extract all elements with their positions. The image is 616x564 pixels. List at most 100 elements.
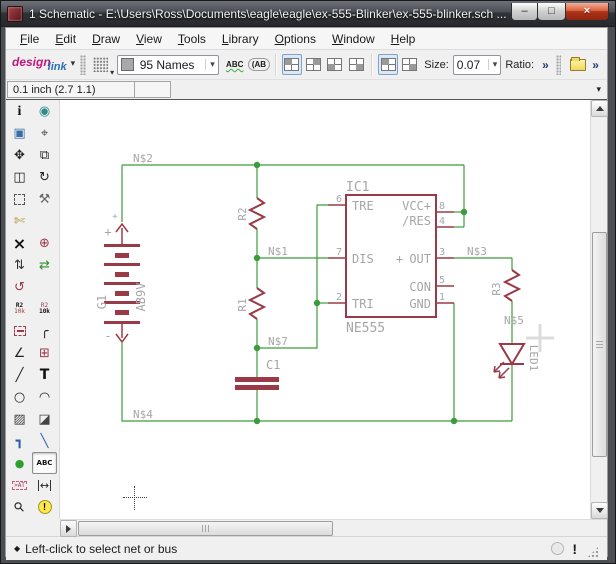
vertical-scrollbar[interactable]	[590, 100, 609, 519]
pinswap-tool-button[interactable]: ⇅	[7, 255, 32, 277]
miter-tool-button[interactable]: ╭	[32, 320, 57, 342]
group-tool-button[interactable]	[7, 189, 32, 211]
attribute-tool-button[interactable]: >AT	[7, 474, 32, 496]
rect-tool-button[interactable]: ▨	[7, 408, 32, 430]
bus-tool-button[interactable]: ┓	[7, 430, 32, 452]
delete-tool-button[interactable]: ×	[7, 233, 32, 255]
horizontal-scroll-thumb[interactable]	[78, 521, 333, 536]
status-message: Left-click to select net or bus	[25, 541, 178, 556]
smash-tool-button[interactable]	[7, 320, 32, 342]
vertical-scroll-thumb[interactable]	[592, 232, 608, 457]
logo-dropdown-icon[interactable]: ▾	[71, 59, 76, 68]
names-display-button[interactable]: ABC	[224, 54, 246, 76]
part-resistor-r1[interactable]: R1	[236, 287, 266, 320]
schematic-drawing: + + - G1 AB9V R2 R1 R3 C1 IC1 NE555 6 7 …	[95, 152, 554, 425]
menu-library[interactable]: Library	[214, 30, 267, 48]
errors-warning-icon: !	[37, 500, 52, 515]
name-tool-button[interactable]: R2 10k	[7, 299, 32, 321]
net-label-n7: N$7	[268, 335, 288, 348]
copy-tool-button[interactable]: ⧉	[32, 145, 57, 167]
info-tool-button[interactable]: i	[7, 101, 32, 123]
replace-tool-button[interactable]: ⇄	[32, 255, 57, 277]
net-tool-button[interactable]: ╲	[32, 430, 57, 452]
change-tool-button[interactable]: ⚒	[32, 189, 57, 211]
toolbar-overflow-chevron[interactable]: »	[542, 58, 549, 72]
resize-grip[interactable]	[587, 546, 599, 558]
display-mode-2-button[interactable]	[400, 54, 420, 75]
bus-icon: ┓	[15, 433, 24, 449]
pin-number: 6	[336, 194, 342, 205]
status-bar: ◆ Left-click to select net or bus !	[6, 536, 607, 560]
menu-tools[interactable]: Tools	[170, 30, 214, 48]
polygon-tool-button[interactable]: ◪	[32, 408, 57, 430]
maximize-button[interactable]: □	[538, 3, 565, 21]
label-tool-button-active[interactable]: ABC	[32, 452, 57, 475]
split-view-bottom-left-button[interactable]	[325, 54, 345, 75]
part-resistor-r2[interactable]: R2	[236, 197, 266, 230]
menu-draw[interactable]: Draw	[84, 30, 128, 48]
size-select[interactable]: 0.07 ▾	[452, 54, 502, 75]
split-view-bottom-right-button[interactable]	[347, 54, 367, 75]
show-tool-button[interactable]: ◉	[32, 101, 57, 123]
toolbar-overflow-chevron[interactable]: »	[592, 58, 599, 72]
wire-tool-button[interactable]: ╱	[7, 364, 32, 386]
errors-tool-button[interactable]: !	[32, 496, 57, 518]
net-wires[interactable]	[121, 164, 513, 422]
values-display-button[interactable]: (AB	[247, 54, 271, 76]
minimize-button[interactable]: –	[511, 3, 538, 21]
split-view-top-left-button[interactable]	[282, 54, 302, 75]
move-tool-button[interactable]: ✥	[7, 145, 32, 167]
mirror-tool-button[interactable]: ◫	[7, 167, 32, 189]
menu-help[interactable]: Help	[383, 30, 424, 48]
add-part-button[interactable]: ⊕	[32, 233, 57, 255]
open-file-button[interactable]	[565, 54, 587, 76]
grid-button[interactable]	[90, 54, 114, 77]
menu-edit[interactable]: Edit	[47, 30, 84, 48]
schematic-canvas[interactable]: + + - G1 AB9V R2 R1 R3 C1 IC1 NE555 6 7 …	[59, 100, 591, 519]
erc-tool-button[interactable]: ⚲	[7, 496, 32, 518]
menu-options[interactable]: Options	[267, 30, 324, 48]
net-labels[interactable]: N$2 N$1 N$7 N$4 N$3 N$5	[133, 152, 524, 421]
title-bar[interactable]: 1 Schematic - E:\Users\Ross\Documents\ea…	[1, 1, 615, 27]
design-link-logo[interactable]: design link ▾	[12, 56, 75, 73]
dimension-tool-button[interactable]: ↔	[32, 474, 57, 496]
scissors-icon: ✄	[14, 214, 25, 230]
close-button[interactable]: ×	[565, 3, 609, 21]
scroll-right-button[interactable]	[60, 520, 77, 537]
toolbar-extension-arrow-icon[interactable]: ▾	[596, 84, 601, 95]
cut-tool-button[interactable]: ✄	[7, 211, 32, 233]
rotate-tool-button[interactable]: ↻	[32, 167, 57, 189]
polygon-icon: ◪	[38, 411, 51, 427]
value-tool-button[interactable]: R2 10k	[32, 299, 57, 321]
text-tool-button[interactable]: T	[32, 364, 57, 386]
group-icon	[14, 194, 25, 206]
mark-tool-button[interactable]: ⌖	[32, 123, 57, 145]
split-view-top-right-button[interactable]	[304, 54, 324, 75]
menu-file[interactable]: File	[12, 30, 47, 48]
quadrant-bottom-right-icon	[402, 58, 418, 71]
scroll-down-button[interactable]	[591, 502, 609, 519]
invoke-tool-button[interactable]: ⊞	[32, 342, 57, 364]
part-battery-g1[interactable]: + + - G1 AB9V	[95, 212, 148, 344]
menu-window[interactable]: Window	[324, 30, 383, 48]
net-label-n2: N$2	[133, 152, 153, 165]
part-capacitor-c1[interactable]: C1	[234, 358, 280, 390]
window-title: 1 Schematic - E:\Users\Ross\Documents\ea…	[29, 6, 507, 21]
size-select-value: 0.07	[456, 57, 481, 72]
part-resistor-r3[interactable]: R3	[490, 269, 521, 302]
part-led1[interactable]: LED1	[492, 343, 540, 379]
layer-select[interactable]: 95 Names ▾	[116, 54, 219, 75]
split-tool-button[interactable]: ∠	[7, 342, 32, 364]
rotate-icon: ↻	[39, 170, 50, 186]
net-label-n5: N$5	[504, 314, 524, 327]
menu-view[interactable]: View	[128, 30, 170, 48]
junction-tool-button[interactable]: ●	[7, 452, 32, 474]
part-ic1-ne555[interactable]: IC1 NE555 6 7 2 8 4 3 5 1 TRE DIS TRI VC…	[327, 180, 454, 336]
circle-tool-button[interactable]: ○	[7, 386, 32, 408]
gateswap-tool-button[interactable]: ↺	[7, 277, 32, 299]
display-layers-button[interactable]: ▣	[7, 123, 32, 145]
scroll-up-button[interactable]	[591, 100, 609, 117]
horizontal-scrollbar[interactable]	[60, 519, 607, 537]
display-mode-1-button[interactable]	[378, 54, 398, 75]
arc-tool-button[interactable]: ◠	[32, 386, 57, 408]
